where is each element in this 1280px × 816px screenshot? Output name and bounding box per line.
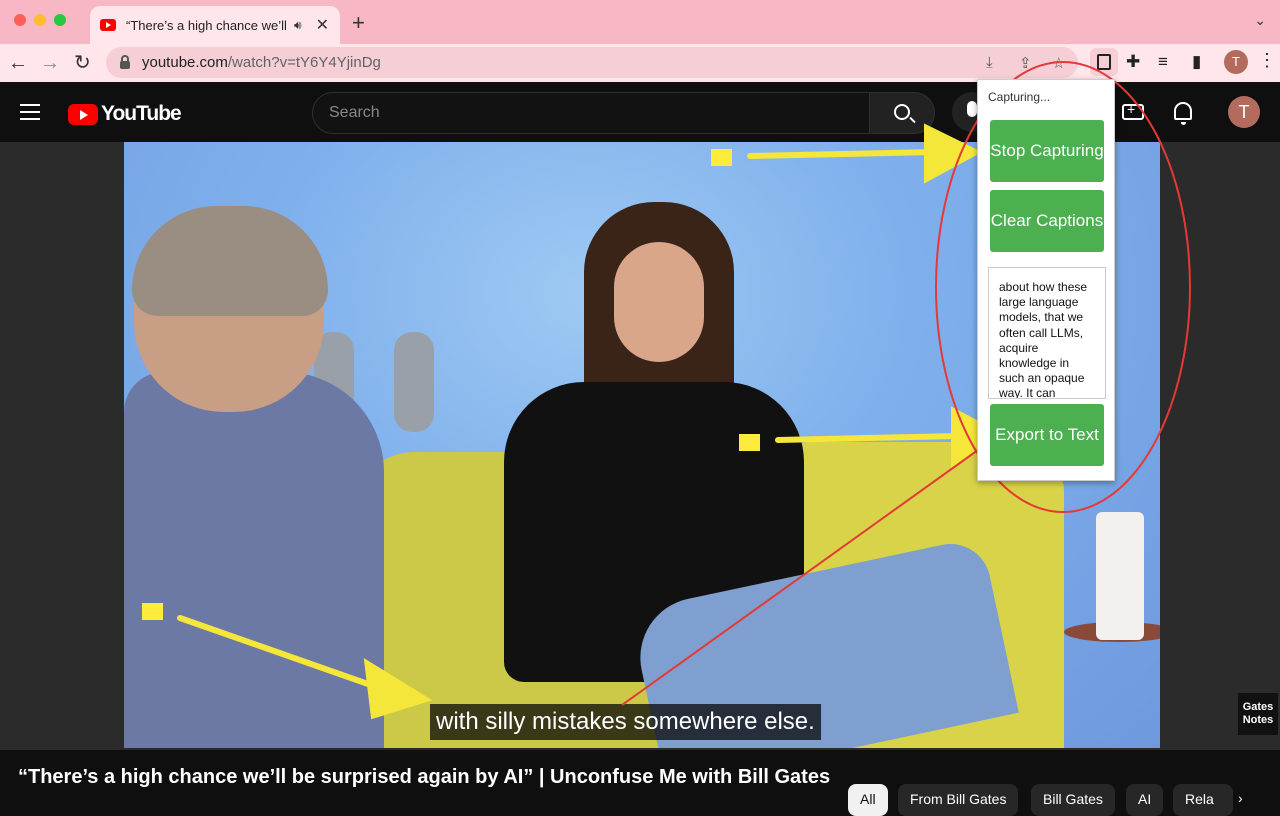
browser-profile-avatar[interactable]: T [1224,50,1248,74]
youtube-account-avatar[interactable]: T [1228,96,1260,128]
chip-from-bill-gates[interactable]: From Bill Gates [898,784,1019,816]
install-app-icon[interactable]: ⤓ [986,54,993,71]
woman-face [614,242,704,362]
caption-extension-popup: Capturing... Stop Capturing Clear Captio… [977,79,1115,481]
chevron-right-icon[interactable]: › [1238,790,1243,806]
search-button[interactable] [869,92,935,134]
browser-tab-active[interactable]: “There’s a high chance we’ll be surprise… [90,6,340,44]
search-input[interactable]: Search [312,92,870,134]
export-to-text-button[interactable]: Export to Text [990,404,1104,466]
browser-toolbar: ← → ↻ youtube.com/watch?v=tY6Y4YjinDg ⤓ … [0,44,1280,82]
reload-icon[interactable]: ↻ [74,51,91,75]
tumbler-cup [1096,512,1144,640]
chip-bill-gates[interactable]: Bill Gates [1031,784,1115,816]
chip-all[interactable]: All [848,784,888,816]
speaker-icon[interactable]: 🔊︎ [294,18,302,33]
chip-related[interactable]: Rela [1173,784,1233,816]
new-tab-button[interactable]: + [352,10,365,36]
lock-icon[interactable] [120,54,130,69]
microphone-icon [967,101,977,117]
browser-menu-icon[interactable]: ⋮ [1258,50,1276,71]
video-title: “There’s a high chance we’ll be surprise… [18,766,831,788]
maximize-window-button[interactable] [54,14,66,26]
forward-arrow-icon[interactable]: → [40,51,60,75]
notifications-bell-icon[interactable] [1174,102,1192,125]
captured-text-area[interactable]: about how these large language models, t… [988,267,1106,399]
extensions-puzzle-icon[interactable]: ✚ [1126,52,1140,72]
man-body [124,372,384,748]
tab-title: “There’s a high chance we’ll be surprise… [126,17,286,33]
gates-notes-watermark[interactable]: Gates Notes [1238,693,1278,735]
caption-extension-button[interactable] [1090,48,1118,76]
youtube-favicon-icon [100,19,116,31]
browser-titlebar: “There’s a high chance we’ll be surprise… [0,0,1280,44]
tab-search-chevron-icon[interactable]: ⌄ [1254,12,1266,29]
close-window-button[interactable] [14,14,26,26]
address-bar[interactable]: youtube.com/watch?v=tY6Y4YjinDg ⤓ ⇪ ☆ [106,47,1078,78]
close-tab-icon[interactable]: ✕ [316,15,329,35]
capture-status: Capturing... [988,90,1051,104]
media-queue-icon[interactable]: ≡ [1158,52,1168,72]
url-text[interactable]: youtube.com/watch?v=tY6Y4YjinDg [142,54,381,71]
watermark-text: Gates Notes [1242,701,1274,726]
clear-captions-button[interactable]: Clear Captions [990,190,1104,252]
man-hair [132,206,328,316]
side-panel-icon[interactable]: ▮ [1192,52,1201,72]
chip-ai[interactable]: AI [1126,784,1164,816]
share-icon[interactable]: ⇪ [1019,54,1032,72]
hamburger-menu-icon[interactable] [20,104,40,120]
youtube-logo[interactable]: YouTube [68,102,182,126]
back-arrow-icon[interactable]: ← [8,51,28,75]
bookmark-star-icon[interactable]: ☆ [1052,54,1065,72]
studio-microphone [394,332,434,432]
create-video-icon[interactable] [1122,101,1144,120]
youtube-play-icon [68,103,98,125]
caption-extension-icon [1097,54,1111,70]
search-icon [894,104,910,120]
video-caption: with silly mistakes somewhere else. [430,704,821,740]
minimize-window-button[interactable] [34,14,46,26]
stop-capturing-button[interactable]: Stop Capturing [990,120,1104,182]
